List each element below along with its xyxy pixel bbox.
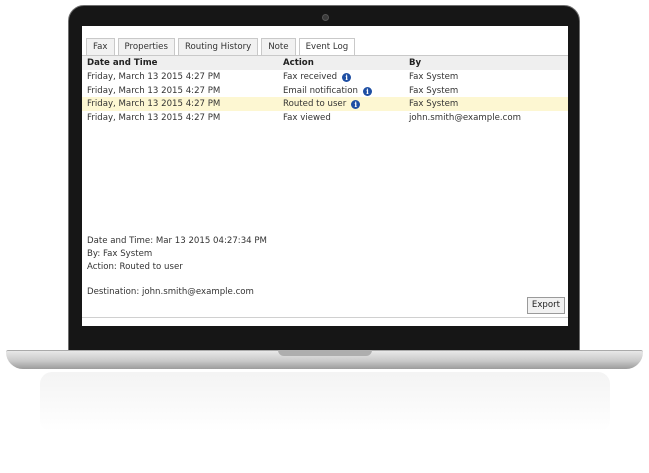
table-row[interactable]: Friday, March 13 2015 4:27 PM Fax receiv… <box>82 70 568 84</box>
row-date: Friday, March 13 2015 4:27 PM <box>87 85 221 96</box>
column-header-by: By <box>409 58 422 68</box>
tab-note[interactable]: Note <box>261 38 296 56</box>
laptop-reflection <box>40 372 610 432</box>
detail-by: By: Fax System <box>87 249 153 259</box>
row-by: Fax System <box>409 72 459 82</box>
info-icon[interactable]: i <box>342 73 352 82</box>
event-details: Date and Time: Mar 13 2015 04:27:34 PM B… <box>87 235 267 299</box>
column-header-date: Date and Time <box>87 58 158 68</box>
event-log-table: Date and Time Action By Friday, March 13… <box>82 56 568 124</box>
info-icon[interactable]: i <box>362 86 372 96</box>
laptop-screen: Fax Properties Routing History Note Even… <box>82 26 568 326</box>
row-action: Fax received i <box>283 70 352 84</box>
table-row-selected[interactable]: Friday, March 13 2015 4:27 PM Routed to … <box>82 97 568 111</box>
tab-fax[interactable]: Fax <box>86 38 115 56</box>
tab-properties[interactable]: Properties <box>117 38 175 56</box>
table-header: Date and Time Action By <box>82 56 568 70</box>
row-date: Friday, March 13 2015 4:27 PM <box>87 72 221 82</box>
row-action: Email notification i <box>283 84 372 98</box>
laptop-notch <box>278 350 372 356</box>
detail-datetime: Date and Time: Mar 13 2015 04:27:34 PM <box>87 236 267 246</box>
row-by: Fax System <box>409 85 459 96</box>
row-action: Routed to user i <box>283 97 361 111</box>
detail-destination: Destination: john.smith@example.com <box>87 287 254 297</box>
detail-action: Action: Routed to user <box>87 262 183 272</box>
row-date: Friday, March 13 2015 4:27 PM <box>87 99 221 109</box>
row-by: Fax System <box>409 99 459 109</box>
table-row[interactable]: Friday, March 13 2015 4:27 PM Fax viewed… <box>82 111 568 125</box>
export-button[interactable]: Export <box>527 297 565 314</box>
row-by: john.smith@example.com <box>409 112 521 123</box>
tab-bar: Fax Properties Routing History Note Even… <box>86 38 356 57</box>
tab-routing-history[interactable]: Routing History <box>177 38 259 56</box>
info-icon[interactable]: i <box>351 100 361 109</box>
bottom-divider <box>82 317 568 318</box>
column-header-action: Action <box>283 58 314 68</box>
table-row[interactable]: Friday, March 13 2015 4:27 PM Email noti… <box>82 84 568 98</box>
webcam <box>322 14 329 21</box>
row-date: Friday, March 13 2015 4:27 PM <box>87 112 221 123</box>
row-action: Fax viewed <box>283 112 331 123</box>
